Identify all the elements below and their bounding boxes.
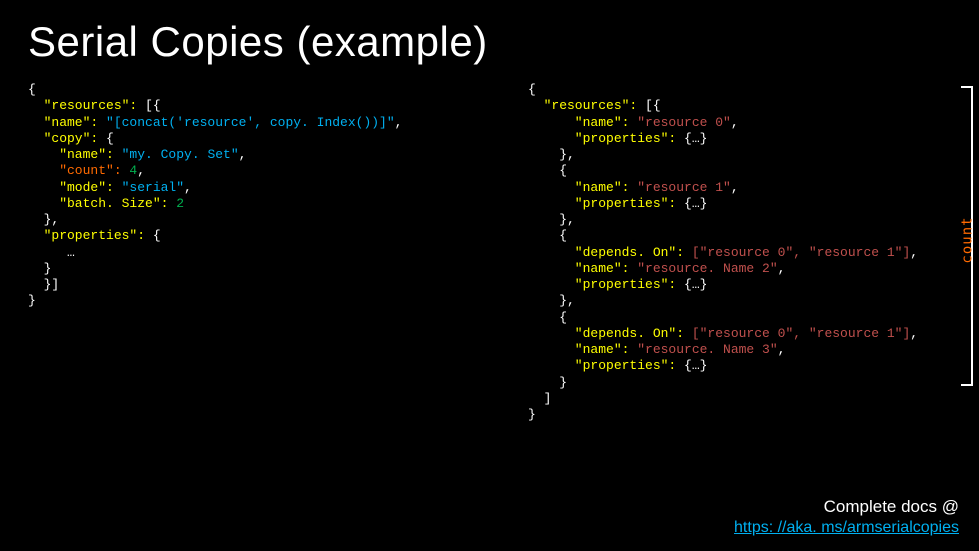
line: , bbox=[731, 115, 739, 130]
line: }, bbox=[528, 147, 575, 162]
count-annotation: count bbox=[959, 216, 975, 263]
line: [{ bbox=[145, 98, 161, 113]
line: , bbox=[184, 180, 192, 195]
line: { bbox=[528, 82, 536, 97]
line: "name": bbox=[528, 115, 637, 130]
line: , bbox=[731, 180, 739, 195]
line: { bbox=[106, 131, 114, 146]
line: "[concat('resource', copy. Index())]" bbox=[106, 115, 395, 130]
line: , bbox=[778, 342, 786, 357]
footer-text: Complete docs @ bbox=[824, 497, 959, 516]
line: { bbox=[153, 228, 161, 243]
line: } bbox=[528, 407, 536, 422]
line: "batch. Size": bbox=[28, 196, 176, 211]
footer-link[interactable]: https: //aka. ms/armserialcopies bbox=[734, 519, 959, 536]
line: "count": bbox=[28, 163, 129, 178]
line: {…} bbox=[684, 277, 707, 292]
code-right-column: { "resources": [{ "name": "resource 0", … bbox=[528, 82, 951, 423]
line: "resource. Name 2" bbox=[637, 261, 777, 276]
line: "name": bbox=[528, 342, 637, 357]
line: , bbox=[395, 115, 403, 130]
line: } bbox=[528, 375, 567, 390]
line: "mode": bbox=[28, 180, 122, 195]
line: "name": bbox=[28, 115, 106, 130]
line: { bbox=[28, 82, 36, 97]
line: "resource 1" bbox=[637, 180, 731, 195]
line: { bbox=[528, 310, 567, 325]
line: , bbox=[910, 326, 918, 341]
line: [{ bbox=[645, 98, 661, 113]
line: ["resource 0", "resource 1"] bbox=[692, 245, 910, 260]
line: "resource 0" bbox=[637, 115, 731, 130]
line: ] bbox=[528, 391, 551, 406]
slide-title: Serial Copies (example) bbox=[28, 18, 951, 66]
line: "properties": bbox=[528, 277, 684, 292]
line: "properties": bbox=[28, 228, 153, 243]
line: "depends. On": bbox=[528, 326, 692, 341]
line: ["resource 0", "resource 1"] bbox=[692, 326, 910, 341]
line: {…} bbox=[684, 358, 707, 373]
line: { bbox=[528, 163, 567, 178]
code-left: { "resources": [{ "name": "[concat('reso… bbox=[28, 82, 508, 310]
line: "properties": bbox=[528, 131, 684, 146]
line: "serial" bbox=[122, 180, 184, 195]
line: , bbox=[778, 261, 786, 276]
line: "properties": bbox=[528, 196, 684, 211]
line: "name": bbox=[528, 180, 637, 195]
code-columns: { "resources": [{ "name": "[concat('reso… bbox=[28, 82, 951, 423]
slide-root: Serial Copies (example) { "resources": [… bbox=[0, 0, 979, 551]
line: 2 bbox=[176, 196, 184, 211]
line: "name": bbox=[528, 261, 637, 276]
line: {…} bbox=[684, 131, 707, 146]
line: }, bbox=[528, 293, 575, 308]
line: "properties": bbox=[528, 358, 684, 373]
line: , bbox=[910, 245, 918, 260]
line: "name": bbox=[28, 147, 122, 162]
line: "resources": bbox=[28, 98, 145, 113]
line: … bbox=[28, 245, 75, 260]
line: {…} bbox=[684, 196, 707, 211]
footer: Complete docs @ https: //aka. ms/armseri… bbox=[734, 497, 959, 537]
line: }, bbox=[528, 212, 575, 227]
line: } bbox=[28, 293, 36, 308]
line: "resource. Name 3" bbox=[637, 342, 777, 357]
code-right: { "resources": [{ "name": "resource 0", … bbox=[528, 82, 951, 423]
line: "resources": bbox=[528, 98, 645, 113]
line: "copy": bbox=[28, 131, 106, 146]
line: }, bbox=[28, 212, 59, 227]
line: , bbox=[137, 163, 145, 178]
code-left-column: { "resources": [{ "name": "[concat('reso… bbox=[28, 82, 508, 423]
line: { bbox=[528, 228, 567, 243]
line: "my. Copy. Set" bbox=[122, 147, 239, 162]
line: "depends. On": bbox=[528, 245, 692, 260]
line: , bbox=[239, 147, 247, 162]
line: } bbox=[28, 261, 51, 276]
line: }] bbox=[28, 277, 59, 292]
